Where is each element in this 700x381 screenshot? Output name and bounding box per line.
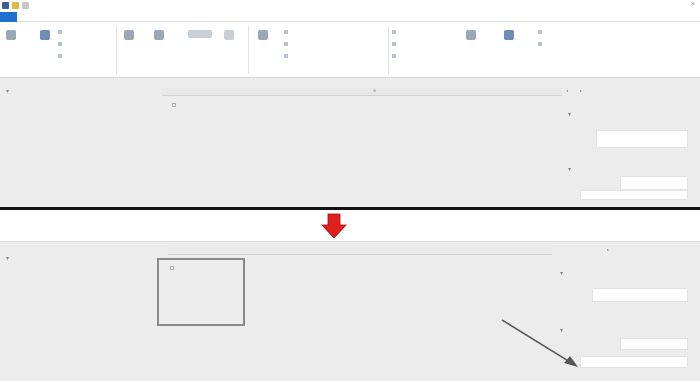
nav-forward-icon[interactable]: ▸ (580, 88, 582, 93)
ribbon-button-3[interactable] (120, 30, 138, 43)
grid-icon (224, 30, 234, 40)
nav-back-icon[interactable]: ◂ (566, 88, 568, 93)
section1-field[interactable] (596, 130, 688, 148)
subgrid-toolbar (162, 88, 562, 96)
save-icon[interactable] (22, 2, 29, 9)
ribbon-small-4[interactable] (284, 30, 290, 34)
collapse-icon[interactable]: ▾ (568, 166, 571, 173)
ribbon-button-4[interactable] (150, 30, 168, 43)
new-icon (40, 30, 50, 40)
ribbon-button-2[interactable] (36, 30, 54, 43)
ribbon-small-11[interactable] (538, 42, 544, 46)
collapse-icon[interactable]: ▾ (560, 270, 563, 277)
ribbon-separator (116, 26, 117, 74)
ribbon-small-6[interactable] (284, 54, 290, 58)
ribbon-small-1[interactable] (58, 30, 64, 34)
file-tab[interactable] (0, 12, 17, 22)
down-arrow-icon (321, 213, 347, 239)
expand-icon[interactable]: ▾ (6, 255, 9, 262)
ribbon-tab-row (0, 12, 700, 22)
divider-line (0, 207, 700, 210)
ribbon-button-6[interactable] (220, 30, 238, 43)
share-icon (154, 30, 164, 40)
section2-field[interactable] (620, 338, 688, 350)
ribbon-separator (388, 26, 389, 74)
folder-icon[interactable] (12, 2, 19, 9)
nav-forward-icon[interactable]: ▸ (607, 247, 609, 252)
ribbon (0, 22, 700, 78)
document-icon (504, 30, 514, 40)
title-bar: × (0, 0, 700, 12)
section2-field-2[interactable] (580, 190, 688, 200)
top-screenshot-panel: × ▾ ⊕ ◂ ▸ ▾ ▾ (0, 0, 700, 207)
ribbon-small-5[interactable] (284, 42, 290, 46)
expand-icon[interactable]: ▾ (6, 88, 9, 95)
subgrid-toolbar (168, 247, 552, 255)
close-icon[interactable]: × (691, 1, 695, 8)
section2-field[interactable] (620, 176, 688, 190)
ribbon-button-1[interactable] (2, 30, 20, 43)
upload-icon (466, 30, 476, 40)
section1-field[interactable] (592, 288, 688, 302)
ribbon-small-3[interactable] (58, 54, 64, 58)
section2-field-2[interactable] (580, 356, 688, 368)
ribbon-button-5[interactable] (186, 30, 214, 41)
ribbon-small-8[interactable] (392, 42, 398, 46)
ribbon-small-2[interactable] (58, 42, 64, 46)
table-icon (188, 30, 212, 38)
select-all-checkbox[interactable] (170, 266, 174, 270)
collapse-icon[interactable]: ▾ (568, 111, 571, 118)
ribbon-button-9[interactable] (500, 30, 518, 43)
report-icon (258, 30, 268, 40)
save-close-icon (6, 30, 16, 40)
select-all-checkbox[interactable] (172, 103, 176, 107)
app-icon (2, 2, 9, 9)
ribbon-button-8[interactable] (462, 30, 480, 43)
ribbon-small-7[interactable] (392, 30, 398, 34)
pointer-arrow-icon (501, 319, 578, 367)
ribbon-separator (248, 26, 249, 74)
ribbon-small-10[interactable] (538, 30, 544, 34)
assign-icon (124, 30, 134, 40)
ribbon-small-9[interactable] (392, 54, 398, 58)
subgrid-add-icon[interactable]: ⊕ (373, 88, 376, 93)
ribbon-button-7[interactable] (254, 30, 272, 43)
